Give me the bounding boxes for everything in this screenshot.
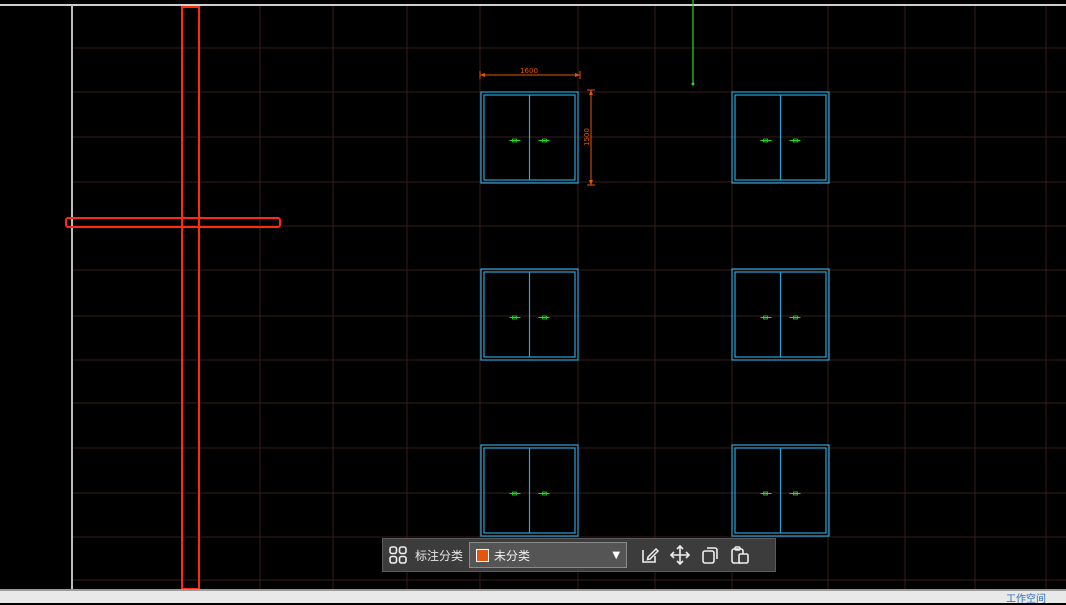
grid-icon — [389, 546, 407, 564]
category-select-value: 未分类 — [494, 548, 531, 563]
cad-canvas[interactable]: 1600 1500 — [0, 0, 1066, 603]
move-icon — [669, 544, 691, 566]
dimension-height-text: 1500 — [583, 128, 591, 146]
copy-annotation-button[interactable] — [695, 540, 725, 570]
chevron-down-icon: ▼ — [612, 549, 621, 561]
green-axis-node — [691, 82, 695, 86]
move-annotation-button[interactable] — [665, 540, 695, 570]
edit-annotation-button[interactable] — [635, 540, 665, 570]
category-label: 标注分类 — [415, 548, 464, 563]
category-select[interactable]: 未分类 ▼ — [469, 542, 628, 568]
status-bar: 工作空间 — [0, 589, 1066, 605]
category-grid-button[interactable] — [383, 540, 413, 570]
copy-icon — [702, 547, 718, 564]
annotation-toolbar: 标注分类 未分类 ▼ — [382, 538, 776, 572]
dimension-width-text: 1600 — [520, 67, 538, 75]
paste-icon — [731, 546, 749, 564]
paste-annotation-button[interactable] — [725, 540, 755, 570]
edit-icon — [642, 547, 660, 563]
category-color-swatch — [476, 548, 490, 562]
